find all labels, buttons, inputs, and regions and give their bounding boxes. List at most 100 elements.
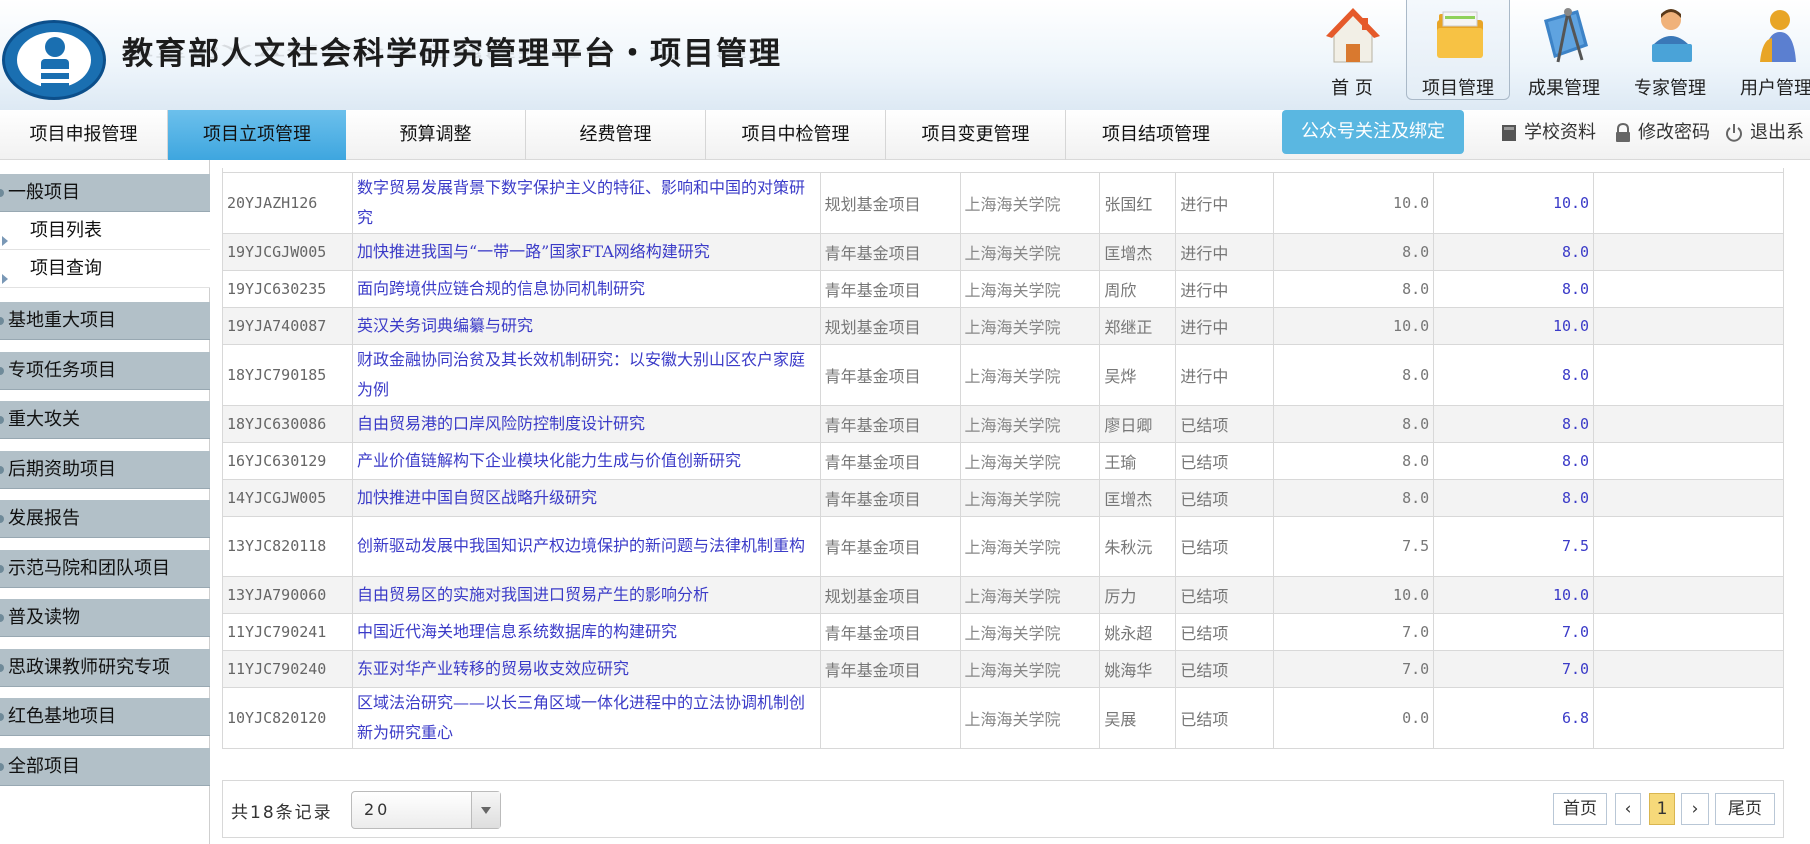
project-title-cell: 自由贸易区的实施对我国进口贸易产生的影响分析 bbox=[351, 575, 821, 614]
sidebar-group-label: 一般项目 bbox=[8, 182, 80, 203]
top-nav-achievement[interactable]: 成果管理 bbox=[1512, 0, 1616, 100]
project-school: 上海海关学院 bbox=[959, 343, 1101, 406]
top-nav-expert[interactable]: 专家管理 bbox=[1618, 0, 1722, 100]
sidebar-group-popular[interactable]: 普及读物 bbox=[0, 599, 210, 637]
change-password-link[interactable]: 修改密码 bbox=[1614, 110, 1710, 156]
project-amount-approved: 10.0 bbox=[1433, 306, 1595, 345]
project-amount-approved: 8.0 bbox=[1433, 441, 1595, 480]
menu-item-approval[interactable]: 项目立项管理 bbox=[168, 110, 346, 160]
project-school: 上海海关学院 bbox=[959, 478, 1101, 517]
top-nav-project[interactable]: 项目管理 bbox=[1406, 0, 1510, 100]
project-leader: 匡增杰 bbox=[1099, 478, 1177, 517]
project-amount-approved: 8.0 bbox=[1433, 404, 1595, 443]
project-leader: 朱秋沅 bbox=[1099, 515, 1177, 577]
project-type: 青年基金项目 bbox=[819, 404, 961, 443]
project-title-link[interactable]: 中国近代海关地理信息系统数据库的构建研究 bbox=[357, 622, 677, 641]
project-title-link[interactable]: 英汉关务词典编纂与研究 bbox=[357, 316, 533, 335]
sidebar-group-dev-report[interactable]: 发展报告 bbox=[0, 500, 210, 538]
project-title-link[interactable]: 加快推进我国与“一带一路”国家FTA网络构建研究 bbox=[357, 242, 710, 261]
table-row: 16YJC630129 产业价值链解构下企业模块化能力生成与价值创新研究 青年基金项… bbox=[222, 441, 1784, 480]
top-nav-user[interactable]: 用户管理 bbox=[1724, 0, 1810, 100]
project-code: 16YJC630129 bbox=[222, 441, 353, 480]
project-leader: 张国红 bbox=[1099, 171, 1177, 234]
project-title-link[interactable]: 东亚对华产业转移的贸易收支效应研究 bbox=[357, 659, 629, 678]
page-1-button[interactable]: 1 bbox=[1649, 793, 1675, 825]
top-nav-home[interactable]: 首 页 bbox=[1300, 0, 1404, 100]
project-type: 青年基金项目 bbox=[819, 232, 961, 271]
power-icon bbox=[1726, 124, 1742, 142]
school-info-link[interactable]: 学校资料 bbox=[1500, 110, 1596, 156]
menu-item-midterm[interactable]: 项目中检管理 bbox=[706, 110, 886, 160]
project-code: 11YJC790241 bbox=[222, 612, 353, 651]
project-amount-approved: 7.0 bbox=[1433, 612, 1595, 651]
project-school: 上海海关学院 bbox=[959, 649, 1101, 688]
sidebar-group-general[interactable]: 一般项目 bbox=[0, 174, 210, 212]
first-page-button[interactable]: 首页 bbox=[1553, 793, 1607, 825]
project-title-link[interactable]: 创新驱动发展中我国知识产权边境保护的新问题与法律机制重构 bbox=[357, 536, 805, 555]
table-row: 19YJCGJW005 加快推进我国与“一带一路”国家FTA网络构建研究 青年基金项… bbox=[222, 232, 1784, 271]
project-status: 已结项 bbox=[1175, 515, 1275, 577]
table-row: 13YJC820118 创新驱动发展中我国知识产权边境保护的新问题与法律机制重构青… bbox=[222, 515, 1784, 577]
dropdown-button[interactable] bbox=[471, 792, 500, 828]
project-amount: 8.0 bbox=[1273, 478, 1435, 517]
table-row: 19YJA740087 英汉关务词典编纂与研究 规划基金项目 上海海关学院 郑继正 进行中… bbox=[222, 306, 1784, 345]
project-title-link[interactable]: 财政金融协同治贫及其长效机制研究：以安徽大别山区农户家庭为例 bbox=[357, 350, 805, 399]
arrow-right-icon bbox=[2, 236, 8, 246]
sidebar-group-major-tackle[interactable]: 重大攻关 bbox=[0, 401, 210, 439]
sidebar-group-ideology[interactable]: 思政课教师研究专项 bbox=[0, 649, 210, 687]
page-size-select[interactable]: 20 bbox=[351, 791, 501, 829]
menu-item-budget[interactable]: 预算调整 bbox=[346, 110, 526, 160]
project-title-link[interactable]: 区域法治研究——以长三角区域一体化进程中的立法协调机制创新为研究重心 bbox=[357, 693, 805, 742]
project-amount-approved: 10.0 bbox=[1433, 575, 1595, 614]
user-icon bbox=[1760, 10, 1796, 62]
project-code: 18YJC630086 bbox=[222, 404, 353, 443]
total-count: 共18条记录 bbox=[231, 803, 333, 823]
logout-link[interactable]: 退出系 bbox=[1724, 110, 1804, 156]
table-cell-empty bbox=[1593, 269, 1784, 308]
prev-page-button[interactable]: ‹ bbox=[1615, 793, 1641, 825]
project-title-link[interactable]: 面向跨境供应链合规的信息协同机制研究 bbox=[357, 279, 645, 298]
table-cell-empty bbox=[1593, 575, 1784, 614]
last-page-button[interactable]: 尾页 bbox=[1715, 793, 1775, 825]
logout-label: 退出系 bbox=[1750, 122, 1804, 143]
project-amount: 0.0 bbox=[1273, 686, 1435, 749]
menu-item-completion[interactable]: 项目结项管理 bbox=[1066, 110, 1246, 160]
project-code: 20YJAZH126 bbox=[222, 171, 353, 234]
project-title-cell: 产业价值链解构下企业模块化能力生成与价值创新研究 bbox=[351, 441, 821, 480]
project-title-cell: 英汉关务词典编纂与研究 bbox=[351, 306, 821, 345]
project-title-link[interactable]: 自由贸易港的口岸风险防控制度设计研究 bbox=[357, 414, 645, 433]
sidebar-group-all[interactable]: 全部项目 bbox=[0, 748, 210, 786]
next-page-button[interactable]: › bbox=[1681, 793, 1709, 825]
menu-item-apply[interactable]: 项目申报管理 bbox=[0, 110, 168, 160]
wechat-bind-button[interactable]: 公众号关注及绑定 bbox=[1282, 110, 1464, 154]
project-title-link[interactable]: 加快推进中国自贸区战略升级研究 bbox=[357, 488, 597, 507]
bullet-icon bbox=[0, 466, 4, 474]
project-amount-approved: 7.5 bbox=[1433, 515, 1595, 577]
project-title-link[interactable]: 自由贸易区的实施对我国进口贸易产生的影响分析 bbox=[357, 585, 709, 604]
change-password-label: 修改密码 bbox=[1638, 122, 1710, 143]
table-row: 20YJAZH126 数字贸易发展背景下数字保护主义的特征、影响和中国的对策研究规… bbox=[222, 171, 1784, 234]
project-title-cell: 创新驱动发展中我国知识产权边境保护的新问题与法律机制重构 bbox=[351, 515, 821, 577]
sidebar-group-label: 全部项目 bbox=[8, 756, 80, 777]
sidebar-group-base-major[interactable]: 基地重大项目 bbox=[0, 302, 210, 340]
sidebar-group-special-task[interactable]: 专项任务项目 bbox=[0, 352, 210, 390]
project-status: 进行中 bbox=[1175, 232, 1275, 271]
project-code: 14YJCGJW005 bbox=[222, 478, 353, 517]
bullet-icon bbox=[0, 565, 4, 573]
project-type: 规划基金项目 bbox=[819, 171, 961, 234]
sidebar-item-project-list[interactable]: 项目列表 bbox=[0, 212, 210, 250]
menu-item-change[interactable]: 项目变更管理 bbox=[886, 110, 1066, 160]
bullet-icon bbox=[0, 317, 4, 325]
project-title-link[interactable]: 数字贸易发展背景下数字保护主义的特征、影响和中国的对策研究 bbox=[357, 178, 805, 227]
project-amount-approved: 8.0 bbox=[1433, 478, 1595, 517]
sidebar-group-post-funding[interactable]: 后期资助项目 bbox=[0, 451, 210, 489]
sidebar-group-red-base[interactable]: 红色基地项目 bbox=[0, 698, 210, 736]
project-leader: 厉力 bbox=[1099, 575, 1177, 614]
project-title-link[interactable]: 产业价值链解构下企业模块化能力生成与价值创新研究 bbox=[357, 451, 741, 470]
menu-item-funding[interactable]: 经费管理 bbox=[526, 110, 706, 160]
project-code: 13YJC820118 bbox=[222, 515, 353, 577]
sidebar-group-model-marx[interactable]: 示范马院和团队项目 bbox=[0, 550, 210, 588]
project-amount: 8.0 bbox=[1273, 441, 1435, 480]
sidebar-item-project-query[interactable]: 项目查询 bbox=[0, 250, 210, 288]
project-type: 青年基金项目 bbox=[819, 343, 961, 406]
